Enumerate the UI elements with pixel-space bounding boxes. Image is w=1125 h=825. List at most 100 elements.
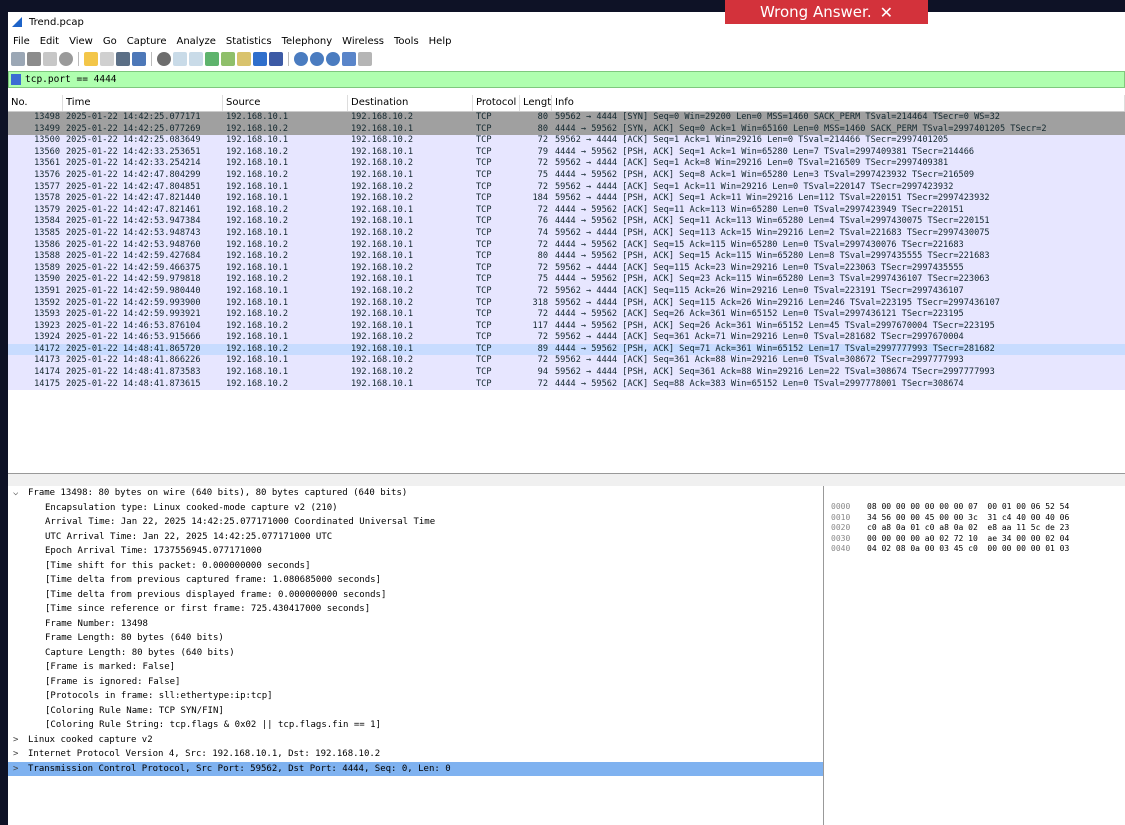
colorize-icon[interactable]: [269, 52, 283, 66]
packet-row[interactable]: 13577 2025-01-22 14:42:47.804851 192.168.1…: [8, 181, 1125, 194]
start-capture-icon[interactable]: [11, 52, 25, 66]
tree-sll[interactable]: > Linux cooked capture v2: [8, 733, 823, 748]
save-file-icon[interactable]: [100, 52, 114, 66]
tree-ip[interactable]: > Internet Protocol Version 4, Src: 192.…: [8, 747, 823, 762]
chevron-down-icon[interactable]: ⌵: [13, 486, 18, 501]
display-filter-input[interactable]: tcp.port == 4444: [25, 74, 117, 85]
packet-row[interactable]: 13924 2025-01-22 14:46:53.915666 192.168.1…: [8, 332, 1125, 344]
col-length[interactable]: Lengtl: [520, 95, 552, 111]
packet-length: 80: [537, 251, 548, 262]
menu-analyze[interactable]: Analyze: [171, 36, 220, 47]
packet-row[interactable]: 14175 2025-01-22 14:48:41.873615 192.168.1…: [8, 378, 1125, 391]
packet-row[interactable]: 13586 2025-01-22 14:42:53.948760 192.168.1…: [8, 239, 1125, 252]
tree-tcp[interactable]: > Transmission Control Protocol, Src Por…: [8, 761, 823, 777]
frame-field[interactable]: Frame Number: 13498: [8, 617, 823, 632]
packet-row[interactable]: 14173 2025-01-22 14:48:41.866226 192.168.1…: [8, 355, 1125, 368]
col-source[interactable]: Source: [223, 95, 348, 111]
packet-row[interactable]: 13589 2025-01-22 14:42:59.466375 192.168.1…: [8, 262, 1125, 275]
frame-field[interactable]: [Frame is marked: False]: [8, 660, 823, 675]
col-info[interactable]: Info: [552, 95, 1125, 111]
tree-frame[interactable]: ⌵ Frame 13498: 80 bytes on wire (640 bit…: [8, 486, 823, 501]
packet-row[interactable]: 13579 2025-01-22 14:42:47.821461 192.168.1…: [8, 204, 1125, 217]
pane-splitter[interactable]: [8, 474, 1125, 486]
close-file-icon[interactable]: [116, 52, 130, 66]
packet-row[interactable]: 13560 2025-01-22 14:42:33.253651 192.168.1…: [8, 146, 1125, 159]
restart-capture-icon[interactable]: [43, 52, 57, 66]
packet-info: 4444 → 59562 [ACK] Seq=15 Ack=115 Win=65…: [555, 239, 964, 250]
zoom-in-icon[interactable]: [294, 52, 308, 66]
menu-tools[interactable]: Tools: [389, 36, 424, 47]
go-back-icon[interactable]: [173, 52, 187, 66]
packet-row[interactable]: 13923 2025-01-22 14:46:53.876104 192.168.1…: [8, 320, 1125, 333]
packet-row[interactable]: 13499 2025-01-22 14:42:25.077269 192.168.1…: [8, 123, 1125, 136]
packet-row[interactable]: 14172 2025-01-22 14:48:41.865720 192.168.1…: [8, 343, 1125, 356]
go-to-packet-icon[interactable]: [205, 52, 219, 66]
packet-row[interactable]: 13576 2025-01-22 14:42:47.804299 192.168.1…: [8, 169, 1125, 182]
zoom-out-icon[interactable]: [310, 52, 324, 66]
normal-size-icon[interactable]: [326, 52, 340, 66]
menu-go[interactable]: Go: [98, 36, 122, 47]
menu-help[interactable]: Help: [424, 36, 457, 47]
packet-row[interactable]: 13590 2025-01-22 14:42:59.979818 192.168.1…: [8, 274, 1125, 286]
packet-no: 13585: [34, 227, 60, 238]
stop-capture-icon[interactable]: [27, 52, 41, 66]
menu-statistics[interactable]: Statistics: [221, 36, 277, 47]
go-forward-icon[interactable]: [189, 52, 203, 66]
packet-row[interactable]: 13561 2025-01-22 14:42:33.254214 192.168.1…: [8, 158, 1125, 170]
display-filter-bar[interactable]: tcp.port == 4444: [8, 71, 1125, 88]
packet-list[interactable]: No. Time Source Destination Protocol Len…: [8, 95, 1125, 474]
col-time[interactable]: Time: [63, 95, 223, 111]
frame-field[interactable]: [Frame is ignored: False]: [8, 675, 823, 690]
menu-file[interactable]: File: [8, 36, 35, 47]
col-no[interactable]: No.: [8, 95, 63, 111]
packet-row[interactable]: 13593 2025-01-22 14:42:59.993921 192.168.1…: [8, 309, 1125, 321]
frame-field[interactable]: [Time shift for this packet: 0.000000000…: [8, 559, 823, 574]
packet-row[interactable]: 13584 2025-01-22 14:42:53.947384 192.168.1…: [8, 216, 1125, 228]
layout-icon[interactable]: [358, 52, 372, 66]
packet-no: 14172: [34, 343, 60, 354]
menu-wireless[interactable]: Wireless: [337, 36, 389, 47]
frame-field[interactable]: Frame Length: 80 bytes (640 bits): [8, 631, 823, 646]
packet-row[interactable]: 13592 2025-01-22 14:42:59.993900 192.168.1…: [8, 297, 1125, 310]
chevron-right-icon[interactable]: >: [13, 762, 18, 777]
frame-field[interactable]: [Time since reference or first frame: 72…: [8, 602, 823, 617]
last-packet-icon[interactable]: [237, 52, 251, 66]
frame-field[interactable]: Epoch Arrival Time: 1737556945.077171000: [8, 544, 823, 559]
find-packet-icon[interactable]: [157, 52, 171, 66]
packet-details-pane[interactable]: ⌵ Frame 13498: 80 bytes on wire (640 bit…: [8, 486, 824, 825]
frame-field[interactable]: UTC Arrival Time: Jan 22, 2025 14:42:25.…: [8, 530, 823, 545]
frame-field[interactable]: [Protocols in frame: sll:ethertype:ip:tc…: [8, 689, 823, 704]
packet-row[interactable]: 14174 2025-01-22 14:48:41.873583 192.168.1…: [8, 367, 1125, 379]
reload-file-icon[interactable]: [132, 52, 146, 66]
packet-bytes-pane[interactable]: 0000 08 00 00 00 00 00 00 07 00 01 00 06 …: [827, 486, 1125, 825]
packet-length: 75: [537, 274, 548, 285]
frame-field[interactable]: Encapsulation type: Linux cooked-mode ca…: [8, 501, 823, 516]
packet-row[interactable]: 13588 2025-01-22 14:42:59.427684 192.168.1…: [8, 251, 1125, 263]
menu-telephony[interactable]: Telephony: [277, 36, 338, 47]
autoscroll-icon[interactable]: [253, 52, 267, 66]
resize-columns-icon[interactable]: [342, 52, 356, 66]
frame-field[interactable]: [Coloring Rule String: tcp.flags & 0x02 …: [8, 718, 823, 733]
menu-view[interactable]: View: [64, 36, 98, 47]
close-icon[interactable]: ✕: [880, 5, 893, 21]
frame-field[interactable]: [Time delta from previous displayed fram…: [8, 588, 823, 603]
col-protocol[interactable]: Protocol: [473, 95, 520, 111]
frame-field[interactable]: Capture Length: 80 bytes (640 bits): [8, 646, 823, 661]
packet-row[interactable]: 13578 2025-01-22 14:42:47.821440 192.168.1…: [8, 193, 1125, 205]
frame-field[interactable]: Arrival Time: Jan 22, 2025 14:42:25.0771…: [8, 515, 823, 530]
bookmark-icon[interactable]: [11, 74, 21, 85]
menu-capture[interactable]: Capture: [122, 36, 172, 47]
frame-field[interactable]: [Coloring Rule Name: TCP SYN/FIN]: [8, 704, 823, 719]
capture-options-icon[interactable]: [59, 52, 73, 66]
frame-field[interactable]: [Time delta from previous captured frame…: [8, 573, 823, 588]
first-packet-icon[interactable]: [221, 52, 235, 66]
chevron-right-icon[interactable]: >: [13, 733, 18, 748]
packet-row[interactable]: 13591 2025-01-22 14:42:59.980440 192.168.1…: [8, 285, 1125, 298]
packet-row[interactable]: 13585 2025-01-22 14:42:53.948743 192.168.1…: [8, 227, 1125, 240]
open-file-icon[interactable]: [84, 52, 98, 66]
menu-edit[interactable]: Edit: [35, 36, 64, 47]
packet-row[interactable]: 13500 2025-01-22 14:42:25.083649 192.168.1…: [8, 135, 1125, 147]
col-destination[interactable]: Destination: [348, 95, 473, 111]
chevron-right-icon[interactable]: >: [13, 747, 18, 762]
packet-row[interactable]: 13498 2025-01-22 14:42:25.077171 192.168.1…: [8, 112, 1125, 124]
